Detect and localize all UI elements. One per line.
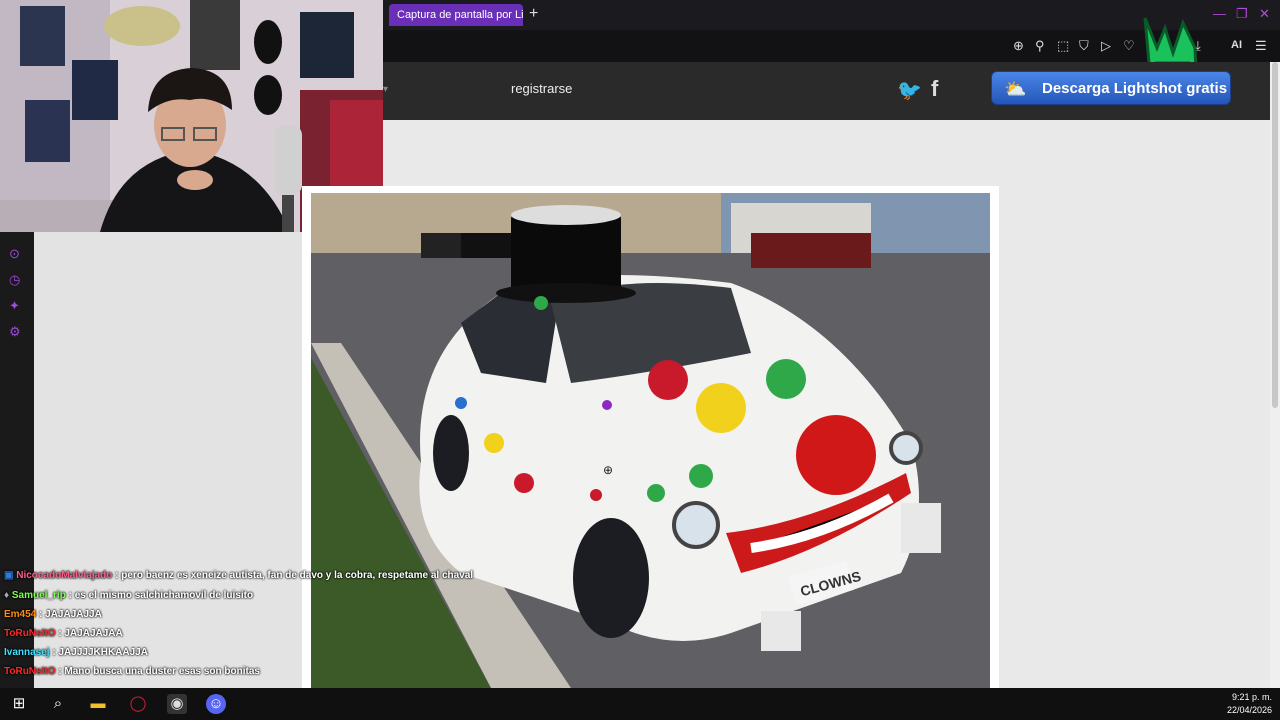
zoom-in-icon[interactable]: ⊕	[1013, 38, 1024, 54]
chat-text: : JAJAJAJJA	[39, 609, 102, 620]
register-link[interactable]: registrarse	[511, 81, 572, 96]
chat-username: Ivannasej	[4, 647, 50, 658]
system-clock[interactable]: 9:21 p. m. 22/04/2026	[1227, 691, 1272, 717]
cloud-download-icon: ⛅	[1004, 79, 1027, 99]
extensions-icon[interactable]: ✦	[9, 298, 20, 314]
chat-message: ToRuNsItO : Mano busca una duster esas s…	[4, 662, 454, 681]
settings-icon[interactable]: ⚙	[9, 324, 21, 340]
chat-text: : pero baenz es xeneize autista, fan de …	[115, 570, 474, 581]
scrollbar-thumb[interactable]	[1272, 62, 1278, 408]
clock-date: 22/04/2026	[1226, 705, 1272, 715]
scrollbar[interactable]	[1270, 62, 1280, 688]
clock-time: 9:21 p. m.	[1231, 692, 1272, 702]
close-button[interactable]: ✕	[1259, 6, 1270, 22]
chat-message: ♦ Samuel_rip : es el mismo salchichamovi…	[4, 586, 454, 605]
chat-message: Em454 : JAJAJAJJA	[4, 605, 454, 624]
heart-icon[interactable]: ♡	[1123, 38, 1135, 54]
chat-username: NicocadoMalviajado	[16, 570, 113, 581]
menu-icon[interactable]: ☰	[1255, 38, 1267, 54]
crop-icon[interactable]: ⬚	[1057, 38, 1069, 54]
player-icon[interactable]: ⊙	[9, 246, 20, 262]
search-icon[interactable]: ⌕	[48, 694, 68, 714]
opera-gx-icon[interactable]: ◯	[128, 694, 148, 714]
chat-username: Samuel_rip	[11, 590, 66, 601]
ai-button[interactable]: AI	[1231, 39, 1242, 51]
new-tab-button[interactable]: +	[529, 5, 538, 23]
chat-text: : JAJAJAJAA	[58, 628, 123, 639]
chat-username: ToRuNsItO	[4, 628, 56, 639]
chat-username: Em454	[4, 609, 37, 620]
play-icon[interactable]: ▷	[1101, 38, 1111, 54]
stream-chat: ▣ NicocadoMalviajado : pero baenz es xen…	[4, 566, 473, 681]
chat-text: : JAJJJJKHKAAJJA	[52, 647, 148, 658]
chat-text: : Mano busca una duster esas son bonitas	[58, 666, 260, 677]
chat-message: Ivannasej : JAJJJJKHKAAJJA	[4, 643, 454, 662]
history-icon[interactable]: ◷	[9, 272, 20, 288]
pin-icon[interactable]: ⚲	[1035, 38, 1045, 54]
download-button-label: Descarga Lightshot gratis	[1042, 80, 1228, 97]
chat-message: ▣ NicocadoMalviajado : pero baenz es xen…	[4, 566, 473, 585]
chat-username: ToRuNsItO	[4, 666, 56, 677]
maximize-button[interactable]: ❐	[1236, 6, 1248, 22]
shield-icon[interactable]: ⛉	[1079, 38, 1089, 54]
zoom-cursor-icon: ⊕	[603, 463, 614, 477]
browser-toolbar: ⊕ ⚲ ⬚ ⛉ ▷ ♡ ⤓ AI ☰	[383, 17, 1280, 110]
facebook-icon[interactable]: f	[931, 76, 938, 102]
download-lightshot-button[interactable]: ⛅ Descarga Lightshot gratis	[991, 71, 1231, 105]
minimize-button[interactable]: —	[1213, 6, 1226, 21]
chat-text: : es el mismo salchichamovil de luisito	[68, 590, 254, 601]
windows-taskbar: ⊞ ⌕ ▬ ◯ ◉ ☺ 9:21 p. m. 22/04/2026	[0, 688, 1280, 720]
tab-lightshot[interactable]: Captura de pantalla por Li	[389, 4, 523, 26]
obs-icon[interactable]: ◉	[167, 694, 187, 714]
chat-badge-icon: ▣	[4, 570, 14, 581]
chat-message: ToRuNsItO : JAJAJAJAA	[4, 624, 454, 643]
chevron-down-icon[interactable]: ▾	[383, 84, 388, 95]
discord-icon[interactable]: ☺	[206, 694, 226, 714]
site-header: ▾ registrarse 🐦 f ⛅ Descarga Lightshot g…	[383, 62, 1270, 120]
folder-icon[interactable]: ▬	[88, 694, 108, 714]
twitter-icon[interactable]: 🐦	[897, 78, 922, 103]
windows-start-icon[interactable]: ⊞	[9, 694, 29, 714]
chat-badge-icon: ♦	[4, 590, 10, 601]
